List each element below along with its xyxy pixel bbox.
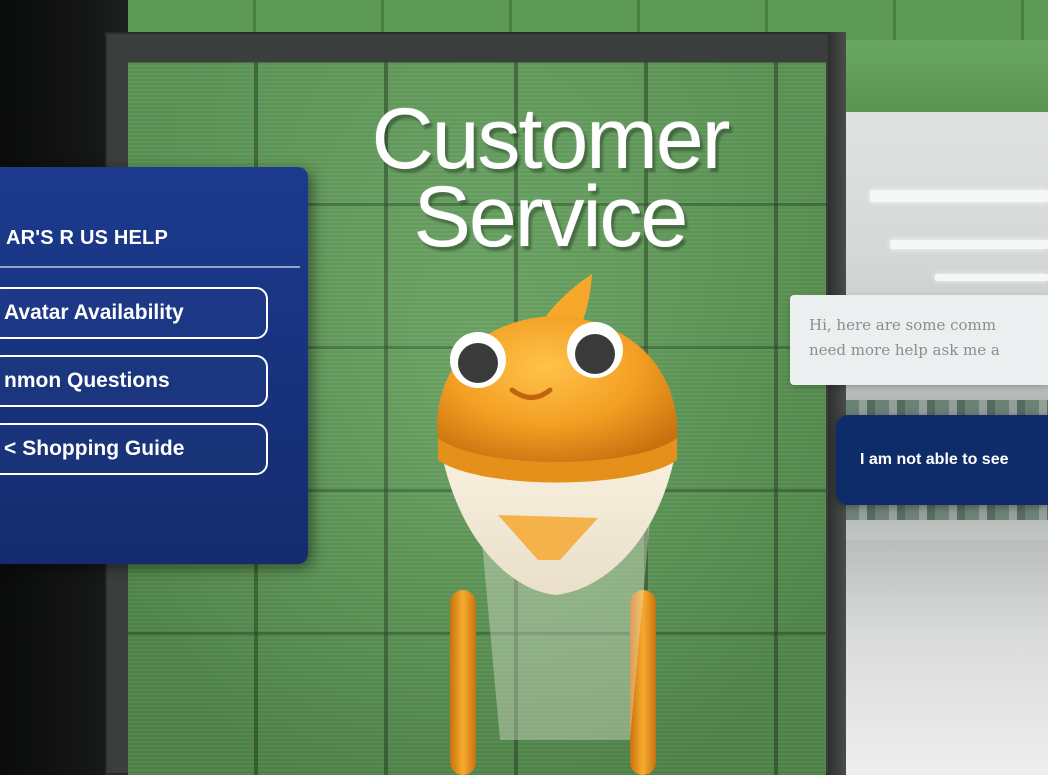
common-questions-button[interactable]: nmon Questions bbox=[0, 355, 268, 407]
help-panel-title: AR'S R US HELP bbox=[6, 227, 169, 249]
ceiling-light bbox=[935, 274, 1048, 281]
bot-message-line-2: need more help ask me a bbox=[809, 341, 1000, 359]
avatar-mascot-icon[interactable] bbox=[420, 270, 700, 775]
ceiling-light bbox=[890, 240, 1048, 249]
bot-message-line-1: Hi, here are some comm bbox=[809, 316, 997, 334]
help-panel: AR'S R US HELP Avatar Availability nmon … bbox=[0, 167, 308, 564]
user-chat-bubble[interactable]: I am not able to see bbox=[836, 415, 1048, 505]
frame-pillar bbox=[828, 32, 846, 775]
sign-line-2: Service bbox=[413, 169, 689, 265]
ceiling-light bbox=[870, 190, 1048, 202]
interior-green-band bbox=[845, 40, 1048, 112]
chevron-left-icon: < bbox=[4, 437, 17, 460]
bot-message-text: Hi, here are some comm need more help as… bbox=[809, 313, 1048, 363]
sign-line-1: Customer bbox=[371, 91, 731, 187]
help-button-label: Shopping Guide bbox=[22, 437, 185, 460]
user-message-text: I am not able to see bbox=[860, 451, 1009, 468]
vr-store-scene: Customer Service AR'S R US HELP Avatar A… bbox=[0, 0, 1048, 775]
shopping-guide-button[interactable]: < Shopping Guide bbox=[0, 423, 268, 475]
store-floor bbox=[845, 540, 1048, 775]
bot-chat-bubble: Hi, here are some comm need more help as… bbox=[790, 295, 1048, 385]
avatar-availability-button[interactable]: Avatar Availability bbox=[0, 287, 268, 339]
customer-service-sign: Customer Service bbox=[330, 91, 770, 265]
help-button-label: nmon Questions bbox=[4, 369, 170, 392]
help-button-label: Avatar Availability bbox=[4, 301, 184, 324]
help-panel-divider bbox=[0, 266, 300, 268]
